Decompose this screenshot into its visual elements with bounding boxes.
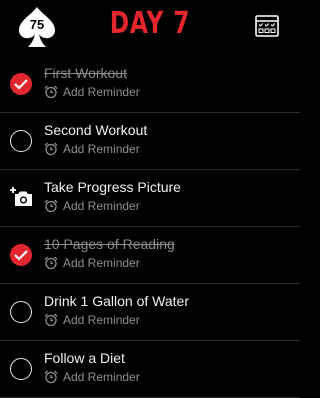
alarm-clock-icon xyxy=(44,313,58,327)
alarm-clock-icon xyxy=(44,85,58,99)
check-circle-icon[interactable] xyxy=(10,73,32,95)
empty-circle-icon[interactable] xyxy=(10,130,32,152)
task-row-water[interactable]: Drink 1 Gallon of Water Add Reminder xyxy=(0,284,300,341)
task-row-progress-picture[interactable]: Take Progress Picture Add Reminder xyxy=(0,170,300,227)
reminder-text: Add Reminder xyxy=(63,370,140,384)
task-label: Take Progress Picture xyxy=(44,179,181,195)
task-row-second-workout[interactable]: Second Workout Add Reminder xyxy=(0,113,300,170)
task-label: Drink 1 Gallon of Water xyxy=(44,293,189,309)
task-row-diet[interactable]: Follow a Diet Add Reminder xyxy=(0,341,300,398)
alarm-clock-icon xyxy=(44,199,58,213)
reminder-text: Add Reminder xyxy=(63,199,140,213)
check-circle-icon[interactable] xyxy=(10,244,32,266)
task-label: First Workout xyxy=(44,65,127,81)
alarm-clock-icon xyxy=(44,256,58,270)
empty-circle-icon[interactable] xyxy=(10,301,32,323)
task-row-first-workout[interactable]: First Workout Add Reminder xyxy=(0,56,300,113)
task-label: Second Workout xyxy=(44,122,148,138)
reminder-text: Add Reminder xyxy=(63,142,140,156)
task-label: Follow a Diet xyxy=(44,350,125,366)
add-photo-icon[interactable] xyxy=(10,186,34,208)
reminder-text: Add Reminder xyxy=(63,85,140,99)
app-header: 75 DAY 7 xyxy=(0,0,300,52)
day-title: DAY 7 xyxy=(109,6,191,41)
task-row-reading[interactable]: 10 Pages of Reading Add Reminder xyxy=(0,227,300,284)
alarm-clock-icon xyxy=(44,370,58,384)
task-label: 10 Pages of Reading xyxy=(44,236,175,252)
reminder-text: Add Reminder xyxy=(63,313,140,327)
reminder-text: Add Reminder xyxy=(63,256,140,270)
alarm-clock-icon xyxy=(44,142,58,156)
empty-circle-icon[interactable] xyxy=(10,358,32,380)
calendar-grid-icon[interactable] xyxy=(255,15,279,37)
task-list: First Workout Add Reminder Second Workou… xyxy=(0,56,300,398)
